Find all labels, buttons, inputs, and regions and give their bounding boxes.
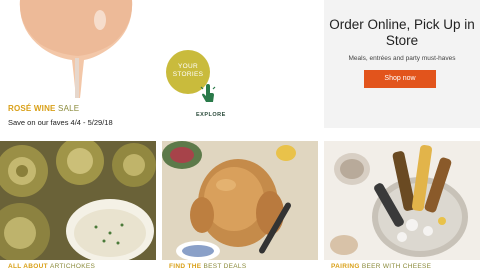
explore-label: EXPLORE [196, 112, 226, 118]
tile-caption[interactable]: ALL ABOUT ARTICHOKES [8, 263, 95, 270]
order-online-subtitle: Meals, entrées and party must-haves [348, 55, 456, 62]
rose-wine-glass-image [19, 0, 133, 98]
tile-beverages[interactable] [324, 141, 480, 260]
artichokes-and-dip-image [0, 141, 156, 260]
rose-wine-sale-promo[interactable]: ROSÉ WINE SALE Save on our faves 4/4 - 5… [0, 0, 160, 135]
tile-caption[interactable]: PAIRING BEER WITH CHEESE [331, 263, 431, 270]
roast-chicken-image [162, 141, 318, 260]
your-stories-link[interactable]: YOUR STORIES EXPLORE [162, 50, 234, 122]
tile-roast-chicken[interactable] [162, 141, 318, 260]
order-online-panel: Order Online, Pick Up in Store Meals, en… [324, 0, 480, 128]
tile-artichokes[interactable] [0, 141, 156, 260]
hand-pointer-icon [200, 84, 216, 102]
beverages-in-ice-bucket-image [324, 141, 480, 260]
order-online-title: Order Online, Pick Up in Store [329, 17, 475, 48]
sale-dates: Save on our faves 4/4 - 5/29/18 [8, 118, 113, 127]
shop-now-button[interactable]: Shop now [364, 70, 436, 88]
tile-caption[interactable]: FIND THE BEST DEALS [169, 263, 246, 270]
sale-label: ROSÉ WINE SALE [8, 104, 80, 113]
